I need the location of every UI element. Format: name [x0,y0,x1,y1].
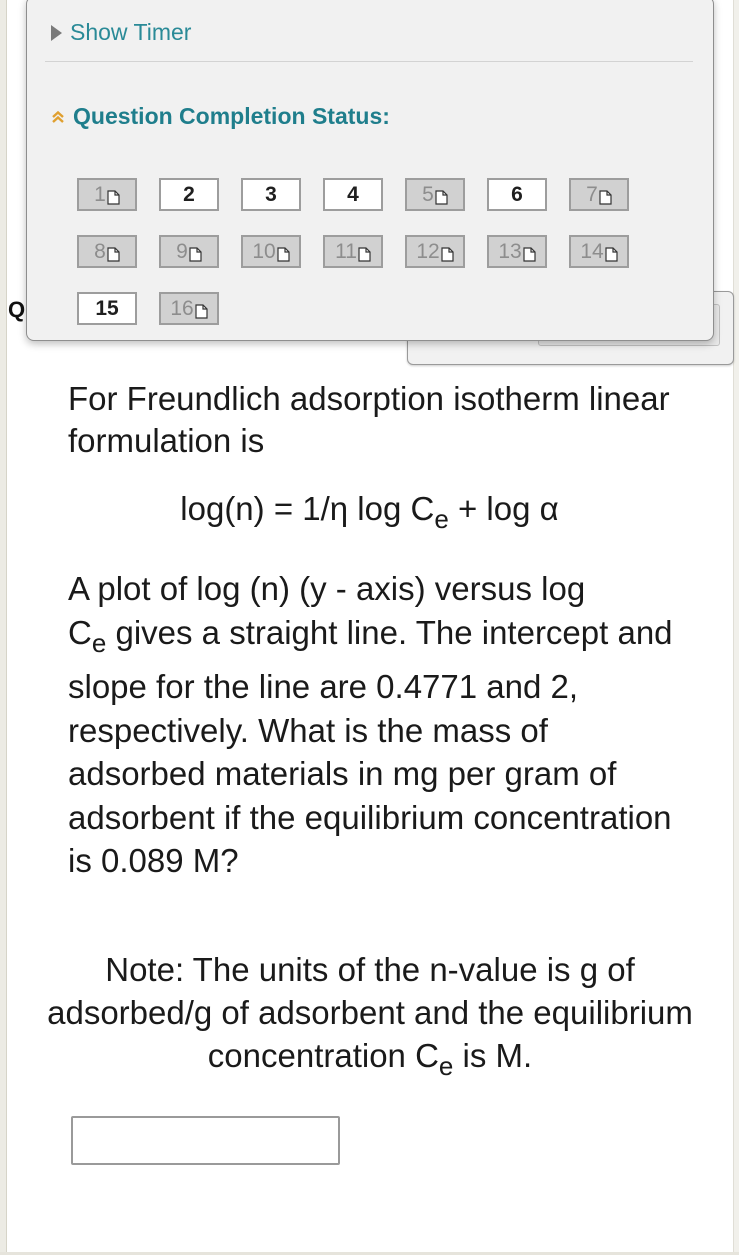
question-heading-partial: Q [8,297,26,322]
document-icon [605,247,618,262]
question-body-subscript: e [91,627,107,658]
equation-part1: log(n) = 1/η log C [180,490,435,527]
equation-part2: + log α [448,490,559,527]
double-chevron-up-icon[interactable] [51,110,65,124]
question-button-3[interactable]: 3 [241,178,301,211]
question-button-11[interactable]: 11 [323,235,383,268]
question-button-13[interactable]: 13 [487,235,547,268]
document-icon [107,247,120,262]
document-icon [277,247,290,262]
answer-input[interactable] [71,1116,340,1165]
question-button-7[interactable]: 7 [569,178,629,211]
document-icon [435,190,448,205]
question-button-4[interactable]: 4 [323,178,383,211]
question-button-9[interactable]: 9 [159,235,219,268]
note-part2: is M. [453,1037,533,1074]
question-body-line1: A plot of log (n) (y - axis) versus log [68,570,586,607]
note-part1: Note: The units of the n-value is g of a… [47,951,693,1074]
question-button-2[interactable]: 2 [159,178,219,211]
question-button-14[interactable]: 14 [569,235,629,268]
document-icon [599,190,612,205]
question-number: 5 [422,182,434,206]
note-subscript: e [438,1051,454,1081]
freundlich-equation: log(n) = 1/η log Ce + log α [0,490,739,535]
document-icon [107,190,120,205]
page-right-border [733,0,739,1255]
question-number: 8 [94,239,106,263]
popup-divider [45,61,693,62]
completion-status-header[interactable]: Question Completion Status: [51,103,390,130]
completion-status-title: Question Completion Status: [73,103,390,129]
equation-subscript: e [434,504,449,534]
question-button-10[interactable]: 10 [241,235,301,268]
question-button-16[interactable]: 16 [159,292,219,325]
show-timer-label[interactable]: Show Timer [70,19,191,46]
document-icon [189,247,202,262]
question-body-rest: gives a straight line. The intercept and… [68,613,673,880]
question-number: 16 [170,296,194,320]
question-intro: For Freundlich adsorption isotherm linea… [68,380,670,459]
question-note: Note: The units of the n-value is g of a… [40,948,700,1088]
question-number: 12 [416,239,440,263]
question-number: 11 [335,239,357,263]
question-number: 3 [265,182,277,206]
question-number: 9 [176,239,188,263]
document-icon [195,304,208,319]
question-button-8[interactable]: 8 [77,235,137,268]
question-number: 6 [511,182,523,206]
question-number: 13 [498,239,522,263]
document-icon [523,247,536,262]
question-number: 4 [347,182,359,206]
question-button-12[interactable]: 12 [405,235,465,268]
page-left-border [0,0,7,1255]
question-number: 14 [580,239,604,263]
question-status-popup: Show Timer Question Completion Status: 1… [26,0,714,341]
question-number: 1 [94,182,106,206]
question-number: 2 [183,182,195,206]
question-button-5[interactable]: 5 [405,178,465,211]
document-icon [441,247,454,262]
triangle-right-icon [51,24,62,41]
question-button-1[interactable]: 1 [77,178,137,211]
document-icon [358,247,371,262]
question-button-15[interactable]: 15 [77,292,137,325]
question-body: A plot of log (n) (y - axis) versus log … [68,567,688,883]
question-number: 10 [252,239,276,263]
show-timer-toggle[interactable]: Show Timer [51,19,191,46]
question-button-6[interactable]: 6 [487,178,547,211]
question-number: 15 [95,296,119,320]
question-number: 7 [586,182,598,206]
question-body-c: C [68,613,92,651]
